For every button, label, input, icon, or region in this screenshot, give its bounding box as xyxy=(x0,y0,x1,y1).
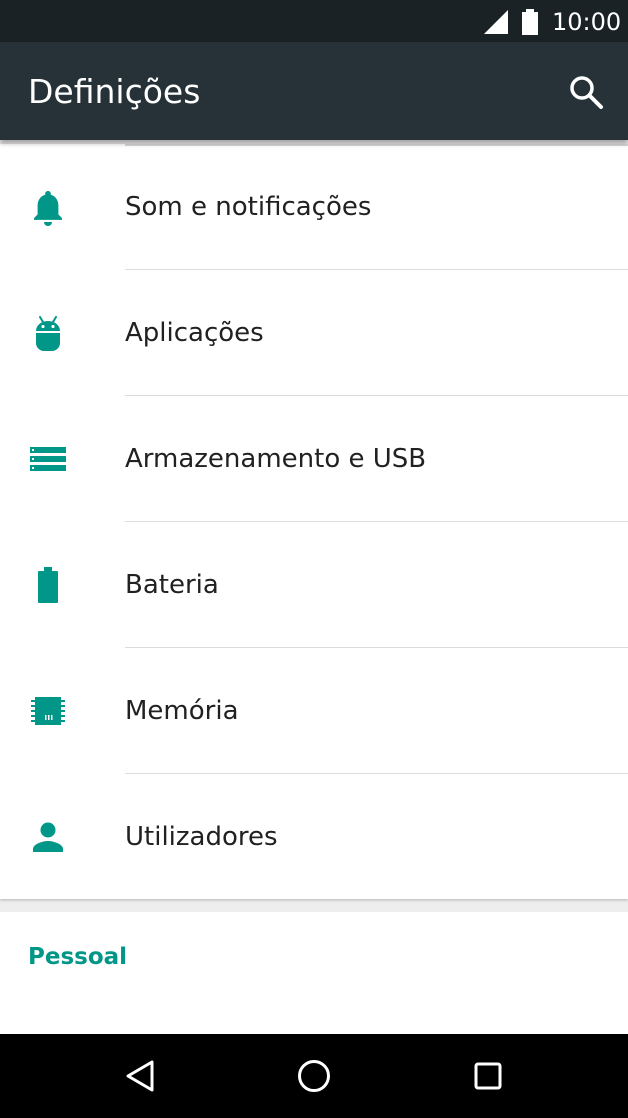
settings-item-label: Som e notificações xyxy=(125,192,372,222)
recents-icon[interactable] xyxy=(466,1054,510,1098)
settings-item-label: Utilizadores xyxy=(125,822,278,852)
settings-item-label: Memória xyxy=(125,696,239,726)
status-bar: 10:00 xyxy=(0,0,628,42)
navigation-bar xyxy=(0,1034,628,1118)
home-icon[interactable] xyxy=(292,1054,336,1098)
storage-icon xyxy=(30,447,66,471)
settings-item-label: Aplicações xyxy=(125,318,264,348)
section-personal: Pessoal xyxy=(0,912,628,1034)
settings-item-battery[interactable]: Bateria xyxy=(0,522,628,648)
settings-item-apps[interactable]: Aplicações xyxy=(0,270,628,396)
settings-item-label: Bateria xyxy=(125,570,219,600)
settings-item-memory[interactable]: Memória xyxy=(0,648,628,774)
settings-item-sound[interactable]: Som e notificações xyxy=(0,144,628,270)
section-header: Pessoal xyxy=(28,944,128,970)
page-title: Definições xyxy=(28,72,201,111)
settings-item-users[interactable]: Utilizadores xyxy=(0,774,628,900)
app-bar: Definições xyxy=(0,42,628,140)
back-icon[interactable] xyxy=(118,1054,162,1098)
settings-item-storage[interactable]: Armazenamento e USB xyxy=(0,396,628,522)
memory-chip-icon xyxy=(31,697,65,725)
person-icon xyxy=(33,822,63,852)
battery-icon xyxy=(38,567,58,603)
settings-item-label: Armazenamento e USB xyxy=(125,444,427,474)
battery-full-icon xyxy=(522,9,538,35)
bell-icon xyxy=(34,191,62,226)
status-clock: 10:00 xyxy=(552,8,622,36)
search-icon[interactable] xyxy=(566,72,606,112)
signal-icon xyxy=(484,10,508,34)
android-icon xyxy=(36,316,60,351)
settings-list: Som e notificações Aplicações Armazename… xyxy=(0,144,628,899)
